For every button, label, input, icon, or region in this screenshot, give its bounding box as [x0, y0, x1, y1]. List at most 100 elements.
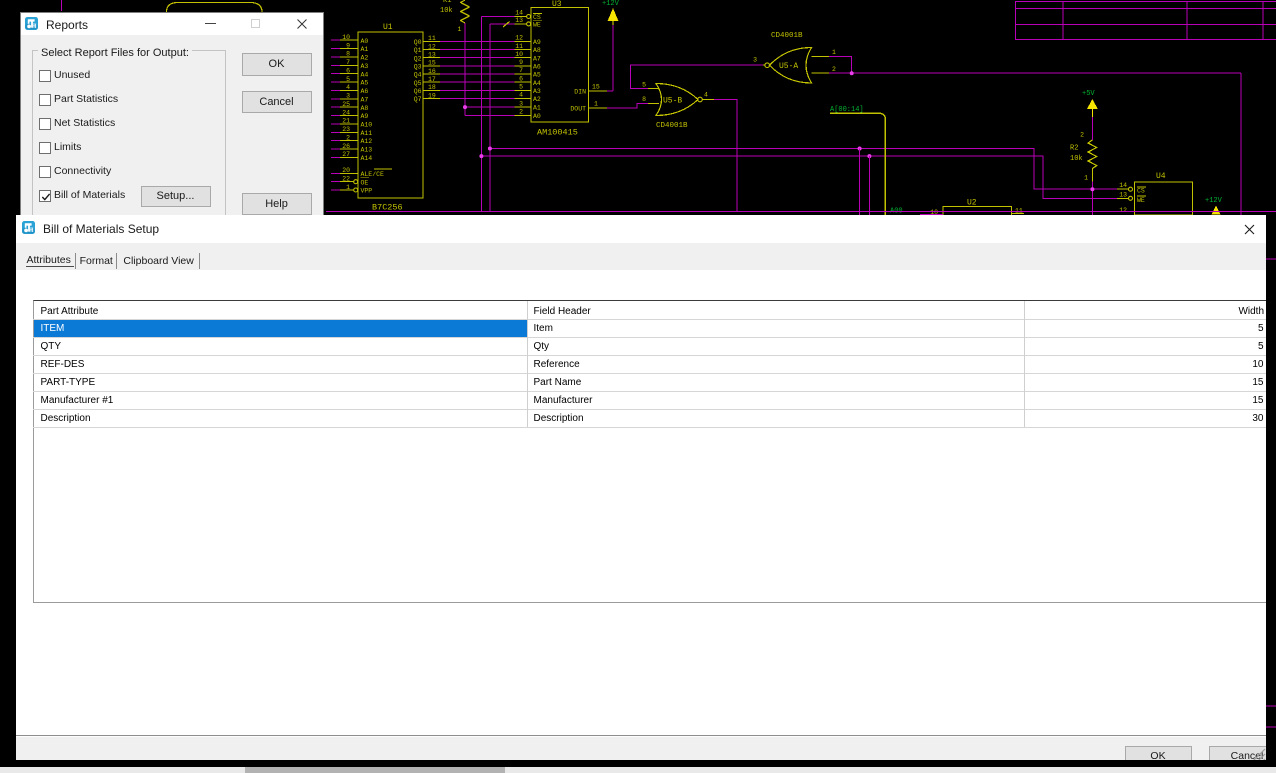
svg-text:1: 1 [832, 49, 836, 56]
svg-text:U5-B: U5-B [663, 96, 682, 105]
svg-text:1: 1 [594, 100, 598, 107]
svg-text:15: 15 [592, 83, 600, 90]
svg-text:A4: A4 [533, 80, 541, 87]
svg-text:7: 7 [519, 67, 523, 74]
svg-text:A4: A4 [361, 71, 369, 78]
svg-text:WE: WE [1137, 197, 1145, 204]
svg-text:1: 1 [1084, 175, 1088, 182]
svg-text:A13: A13 [361, 147, 373, 154]
svg-text:Q4: Q4 [414, 72, 422, 79]
svg-text:8: 8 [346, 51, 350, 58]
svg-text:A11: A11 [361, 130, 373, 137]
svg-text:Q0: Q0 [414, 39, 422, 46]
svg-text:21: 21 [342, 118, 350, 125]
svg-text:24: 24 [342, 109, 350, 116]
svg-text:A9: A9 [533, 39, 541, 46]
svg-text:10k: 10k [1070, 155, 1083, 163]
svg-text:10: 10 [342, 34, 350, 41]
svg-text:15: 15 [428, 60, 436, 67]
svg-text:2: 2 [1080, 132, 1084, 139]
svg-text:14: 14 [1119, 182, 1127, 189]
svg-text:U2: U2 [967, 199, 977, 208]
svg-text:VPP: VPP [361, 188, 373, 195]
svg-text:4: 4 [704, 92, 708, 99]
svg-text:A5: A5 [361, 80, 369, 87]
svg-text:U4: U4 [1156, 172, 1166, 181]
svg-text:A6: A6 [361, 88, 369, 95]
svg-text:R2: R2 [1070, 145, 1078, 153]
svg-text:5: 5 [642, 81, 646, 88]
svg-text:U1: U1 [383, 23, 393, 32]
svg-text:Q5: Q5 [414, 80, 422, 87]
svg-text:10: 10 [515, 51, 523, 58]
svg-text:A1: A1 [533, 105, 541, 112]
svg-text:13: 13 [515, 17, 523, 24]
svg-text:10k: 10k [440, 7, 453, 15]
svg-text:8: 8 [642, 96, 646, 103]
svg-text:R1: R1 [443, 0, 451, 5]
svg-text:A[00:14]: A[00:14] [830, 106, 864, 114]
svg-text:A6: A6 [533, 63, 541, 70]
svg-text:13: 13 [1119, 191, 1127, 198]
svg-text:CS: CS [533, 14, 541, 21]
svg-text:6: 6 [519, 75, 523, 82]
svg-text:25: 25 [342, 101, 350, 108]
svg-text:DIN: DIN [574, 88, 586, 95]
svg-text:A3: A3 [533, 88, 541, 95]
svg-text:16: 16 [428, 68, 436, 75]
svg-text:U5-A: U5-A [779, 62, 798, 71]
svg-text:A3: A3 [361, 63, 369, 70]
svg-text:11: 11 [515, 43, 523, 50]
svg-text:26: 26 [342, 143, 350, 150]
svg-text:12: 12 [515, 35, 523, 42]
svg-text:CD4001B: CD4001B [771, 32, 803, 40]
svg-text:A0: A0 [361, 38, 369, 45]
svg-text:CD4001B: CD4001B [656, 122, 688, 130]
svg-text:A7: A7 [533, 55, 541, 62]
svg-text:A0: A0 [533, 113, 541, 120]
svg-text:9: 9 [519, 59, 523, 66]
svg-text:14: 14 [515, 10, 523, 17]
svg-text:AM100415: AM100415 [537, 128, 578, 138]
svg-text:11: 11 [428, 35, 436, 42]
svg-text:17: 17 [428, 76, 436, 83]
svg-text:A14: A14 [361, 155, 373, 162]
svg-text:A1: A1 [361, 46, 369, 53]
svg-text:23: 23 [342, 126, 350, 133]
svg-text:OE: OE [361, 179, 369, 186]
svg-text:Q3: Q3 [414, 63, 422, 70]
svg-text:12: 12 [1119, 207, 1127, 214]
svg-text:A7: A7 [361, 96, 369, 103]
svg-text:5: 5 [346, 76, 350, 83]
svg-text:4: 4 [519, 92, 523, 99]
svg-text:A8: A8 [533, 47, 541, 54]
svg-text:CS: CS [1137, 188, 1145, 195]
svg-text:A2: A2 [361, 55, 369, 62]
svg-text:5: 5 [519, 84, 523, 91]
svg-text:3: 3 [346, 93, 350, 100]
svg-text:WE: WE [533, 22, 541, 29]
svg-text:2: 2 [519, 109, 523, 116]
svg-text:4: 4 [346, 84, 350, 91]
svg-text:20: 20 [342, 167, 350, 174]
svg-text:Q7: Q7 [414, 96, 422, 103]
svg-text:A10: A10 [361, 122, 373, 129]
svg-text:13: 13 [428, 52, 436, 59]
svg-text:Q2: Q2 [414, 55, 422, 62]
svg-text:Q6: Q6 [414, 88, 422, 95]
svg-text:DOUT: DOUT [570, 105, 586, 112]
svg-text:U3: U3 [552, 0, 562, 9]
svg-text:+5V: +5V [1082, 90, 1095, 98]
svg-text:2: 2 [832, 66, 836, 73]
svg-text:A5: A5 [533, 72, 541, 79]
svg-text:12: 12 [428, 43, 436, 50]
svg-text:6: 6 [346, 67, 350, 74]
svg-text:A2: A2 [533, 96, 541, 103]
svg-text:A9: A9 [361, 113, 369, 120]
svg-text:18: 18 [428, 84, 436, 91]
svg-text:A8: A8 [361, 105, 369, 112]
svg-text:+12V: +12V [1205, 197, 1223, 205]
svg-text:1: 1 [346, 184, 350, 191]
svg-text:Q1: Q1 [414, 47, 422, 54]
svg-text:1: 1 [458, 26, 462, 33]
